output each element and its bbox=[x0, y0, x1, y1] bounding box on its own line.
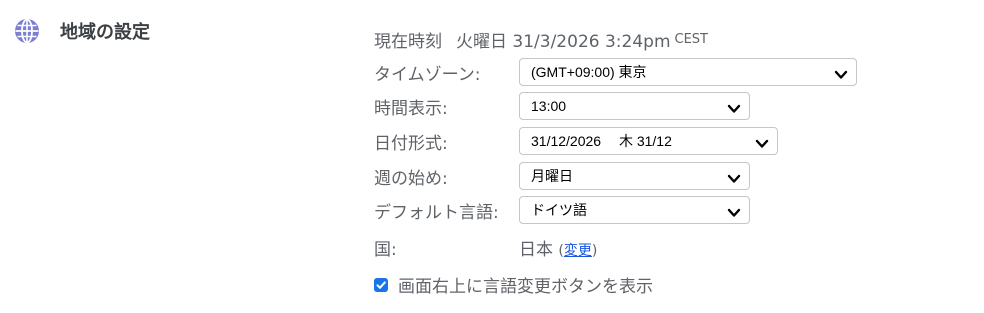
chevron-down-icon bbox=[755, 136, 769, 148]
chevron-down-icon bbox=[727, 171, 741, 183]
default-language-label: デフォルト言語: bbox=[374, 203, 499, 223]
week-start-select[interactable]: 月曜日 bbox=[519, 162, 750, 190]
week-start-row: 週の始め: bbox=[374, 164, 448, 189]
time-format-select[interactable]: 13:00 bbox=[519, 92, 750, 120]
date-format-row: 日付形式: bbox=[374, 129, 448, 154]
week-start-label: 週の始め: bbox=[374, 169, 448, 189]
date-format-selected-value: 31/12/2026 木 31/12 bbox=[531, 133, 672, 149]
language-switch-label[interactable]: 画面右上に言語変更ボタンを表示 bbox=[398, 272, 653, 297]
default-language-row: デフォルト言語: bbox=[374, 198, 499, 223]
week-start-selected-value: 月曜日 bbox=[531, 168, 573, 184]
chevron-down-icon bbox=[727, 205, 741, 217]
chevron-down-icon bbox=[727, 101, 741, 113]
time-format-label: 時間表示: bbox=[374, 99, 448, 119]
time-format-row: 時間表示: bbox=[374, 94, 448, 119]
country-label: 国: bbox=[374, 240, 397, 260]
current-timezone-abbr: CEST bbox=[674, 32, 708, 47]
timezone-selected-value: (GMT+09:00) 東京 bbox=[531, 64, 647, 80]
country-value-group: 日本 (変更) bbox=[519, 235, 597, 260]
country-value: 日本 bbox=[519, 240, 553, 260]
globe-icon bbox=[14, 18, 40, 44]
current-time-row: 現在時刻 火曜日 31/3/2026 3:24pm CEST bbox=[374, 27, 708, 52]
section-header: 地域の設定 bbox=[14, 18, 150, 44]
timezone-select[interactable]: (GMT+09:00) 東京 bbox=[519, 58, 857, 86]
time-format-selected-value: 13:00 bbox=[531, 98, 567, 114]
checkmark-icon bbox=[376, 280, 386, 289]
country-row: 国: bbox=[374, 235, 397, 260]
chevron-down-icon bbox=[834, 67, 848, 79]
close-paren: ) bbox=[591, 243, 598, 259]
timezone-row: タイムゾーン: bbox=[374, 60, 481, 85]
section-title: 地域の設定 bbox=[60, 22, 150, 43]
change-country-link[interactable]: 変更 bbox=[564, 243, 592, 259]
regional-settings-form: 現在時刻 火曜日 31/3/2026 3:24pm CEST タイムゾーン: (… bbox=[374, 0, 974, 313]
language-switch-row: 画面右上に言語変更ボタンを表示 bbox=[374, 272, 653, 297]
date-format-label: 日付形式: bbox=[374, 134, 448, 154]
current-time-value: 火曜日 31/3/2026 3:24pm bbox=[456, 32, 671, 52]
default-language-selected-value: ドイツ語 bbox=[531, 202, 587, 218]
default-language-select[interactable]: ドイツ語 bbox=[519, 196, 750, 224]
current-time-label: 現在時刻 bbox=[374, 32, 442, 52]
timezone-label: タイムゾーン: bbox=[374, 65, 481, 85]
language-switch-checkbox[interactable] bbox=[374, 277, 388, 292]
date-format-select[interactable]: 31/12/2026 木 31/12 bbox=[519, 127, 778, 155]
